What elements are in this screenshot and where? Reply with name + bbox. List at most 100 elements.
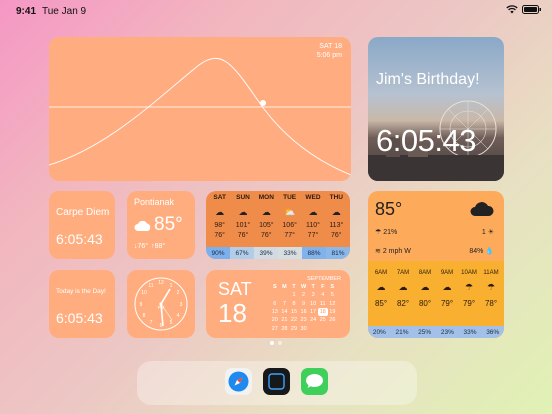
svg-text:12: 12 [158,280,164,286]
forecast-widget[interactable]: SAT SUN MON TUE WED THU ☁ ☁ ☁ ⛅ ☁ ☁ 98° … [206,191,350,259]
messages-app-icon[interactable] [301,368,328,395]
weather-large-widget[interactable]: 85° ☂ 21% 1 ☀ ≋ 2 mph W 84% 💧 6AM 7AM 8A… [368,191,504,338]
calendar-widget[interactable]: SAT 18 SEPTEMBER S M T W T F S 1 2 3 4 5… [206,270,350,338]
forecast-day: THU [329,194,343,201]
calendar-cell: 5 [330,292,334,299]
forecast-icons: ☁ ☁ ☁ ⛅ ☁ ☁ [208,207,348,218]
hour-temp: 79° [440,299,454,308]
forecast-day: TUE [283,194,297,201]
hour-icons: ☁ ☁ ☁ ☁ ☂ ☂ [370,282,502,293]
svg-text:5: 5 [170,320,173,326]
today-widget[interactable]: Today is the Day! 6:05:43 [49,270,115,338]
current-temp: 85° [375,199,403,219]
safari-app-icon[interactable] [225,368,252,395]
today-label: Today is the Day! [56,288,106,295]
calendar-cell: 9 [302,300,306,307]
svg-text:4: 4 [177,313,180,319]
hour-precip: 33% [463,329,477,336]
hour-temp: 79° [462,299,476,308]
forecast-precip: 81% [326,247,350,259]
carpe-label: Carpe Diem [56,207,110,218]
hour-label: 10AM [461,270,477,276]
calendar-header: W [300,284,307,291]
forecast-days: SAT SUN MON TUE WED THU [208,194,348,201]
analog-clock-widget[interactable]: 1212 345 678 91011 PM [127,270,195,338]
hour-label: 6AM [374,270,388,276]
calendar-cell: 16 [300,309,307,316]
svg-text:11: 11 [148,283,153,289]
calendar-cell: 15 [290,309,298,316]
rain-chance: ☂ 21% [375,228,397,236]
calendar-cell: 25 [319,317,326,324]
calendar-cell: 24 [310,317,317,324]
page-indicator[interactable] [270,341,282,345]
calendar-cell: 20 [271,317,278,324]
hour-temps: 85° 82° 80° 79° 79° 78° [370,299,502,308]
calendar-cell: 7 [282,300,286,307]
forecast-day: SUN [236,194,250,201]
calendar-cell: 12 [329,300,336,307]
rain-chance-value: 21% [383,229,398,236]
hour-temp: 85° [374,299,388,308]
rain-icon: ☁ [331,207,341,217]
calendar-cell: 13 [271,309,278,316]
photo-countdown: 6:05:43 [376,123,476,158]
calendar-cell: 17 [310,309,317,316]
ferris-wheel-image [368,100,504,181]
forecast-precip: 33% [278,247,302,259]
wind: ≋ 2 mph W [375,247,411,255]
hour-temp: 82° [396,299,410,308]
calendar-cell: 4 [321,292,325,299]
umbrella-icon: ☂ [375,229,384,236]
status-date: Tue Jan 9 [42,6,87,17]
weather-city: Pontianak [134,197,175,207]
clock-face: 1212 345 678 91011 PM [134,277,188,331]
forecast-low: 77° [307,232,319,239]
weather-range: ↓76° ↑88° [134,243,165,250]
rain-icon: ☁ [308,207,318,217]
hour-precip: 23% [440,329,454,336]
hour-precip: 36% [486,329,500,336]
forecast-lows: 76° 76° 76° 77° 77° 76° [208,232,348,239]
calendar-cell: 6 [273,300,277,307]
forecast-precip: 67% [230,247,254,259]
forecast-day: MON [258,194,274,201]
forecast-low: 76° [237,232,249,239]
weather-small-widget[interactable]: Pontianak 85° ↓76° ↑88° [127,191,195,259]
forecast-precip: 39% [254,247,278,259]
calendar-cell: 26 [329,317,336,324]
sun-widget[interactable]: SAT 18 5:06 pm [49,37,351,181]
wind-icon: ≋ [375,248,383,255]
sun-marker [260,100,266,106]
calendar-month: SEPTEMBER [307,276,341,282]
hour-precip: 25% [418,329,432,336]
svg-text:3: 3 [180,302,183,308]
hour-temp: 80° [418,299,432,308]
status-icons [506,5,542,14]
photo-countdown-widget[interactable]: Jim's Birthday! 6:05:43 [368,37,504,181]
weather-large-current: 85° ☂ 21% 1 ☀ ≋ 2 mph W 84% 💧 [368,191,504,261]
wifi-icon [506,5,518,14]
forecast-high: 113° [329,222,344,229]
calendar-cell: 29 [290,325,298,332]
rain-icon: ☁ [261,207,271,217]
status-time: 9:41 [16,6,37,17]
calendar-header: T [292,284,296,291]
calendar-cell: 14 [281,309,288,316]
cloud-icon: ☁ [398,282,408,292]
page-dot-active[interactable] [270,341,274,345]
forecast-high: 106° [282,222,297,229]
uv-index: 1 ☀ [482,228,494,236]
calendar-header: S [330,284,335,291]
carpe-diem-widget[interactable]: Carpe Diem 6:05:43 [49,191,115,259]
hour-label: 7AM [396,270,410,276]
status-bar: 9:41 Tue Jan 9 [0,0,552,22]
calendar-cell: 21 [281,317,288,324]
forecast-high: 105° [259,222,274,229]
calendar-cell [270,291,280,299]
page-dot[interactable] [278,341,282,345]
forecast-highs: 98° 101° 105° 106° 110° 113° [208,222,348,229]
calendar-cell: 2 [302,292,306,299]
svg-text:10: 10 [141,290,147,296]
frame-app-icon[interactable] [263,368,290,395]
